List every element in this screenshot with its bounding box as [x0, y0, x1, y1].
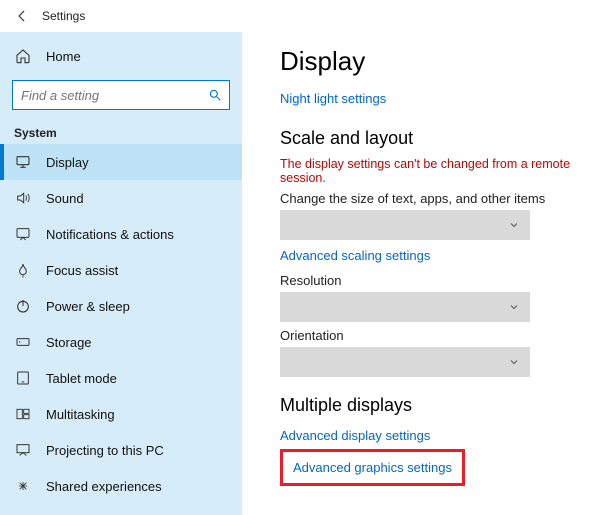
sidebar-item-label: Multitasking: [46, 407, 115, 422]
multiple-displays-heading: Multiple displays: [280, 395, 582, 416]
scale-dropdown[interactable]: [280, 210, 530, 240]
window-title: Settings: [42, 9, 85, 23]
projecting-icon: [14, 441, 32, 459]
sidebar-item-label: Storage: [46, 335, 92, 350]
sidebar-item-projecting[interactable]: Projecting to this PC: [0, 432, 242, 468]
sidebar-item-label: Focus assist: [46, 263, 118, 278]
advanced-scaling-link[interactable]: Advanced scaling settings: [280, 248, 430, 263]
search-icon: [207, 87, 223, 103]
sidebar-item-label: Sound: [46, 191, 84, 206]
back-button[interactable]: [8, 9, 36, 23]
sidebar-item-label: Display: [46, 155, 89, 170]
sidebar-item-label: Shared experiences: [46, 479, 162, 494]
remote-session-warning: The display settings can't be changed fr…: [280, 157, 582, 185]
window-body: Home System Display: [0, 32, 600, 515]
resolution-field-label: Resolution: [280, 273, 582, 288]
highlight-box: Advanced graphics settings: [280, 449, 465, 486]
multitasking-icon: [14, 405, 32, 423]
sidebar-item-label: Power & sleep: [46, 299, 130, 314]
sidebar-item-label: Tablet mode: [46, 371, 117, 386]
shared-experiences-icon: [14, 477, 32, 495]
settings-window: Settings Home System: [0, 0, 600, 515]
sidebar-section-label: System: [0, 118, 242, 144]
scale-layout-heading: Scale and layout: [280, 128, 582, 149]
home-icon: [14, 47, 32, 65]
resolution-dropdown[interactable]: [280, 292, 530, 322]
sidebar-home[interactable]: Home: [0, 38, 242, 74]
search-container: [0, 74, 242, 118]
power-icon: [14, 297, 32, 315]
sidebar-item-tablet-mode[interactable]: Tablet mode: [0, 360, 242, 396]
display-icon: [14, 153, 32, 171]
content-area: Display Night light settings Scale and l…: [242, 32, 600, 515]
arrow-left-icon: [15, 9, 29, 23]
search-input[interactable]: [19, 87, 207, 104]
sidebar-item-sound[interactable]: Sound: [0, 180, 242, 216]
sidebar-home-label: Home: [46, 49, 81, 64]
advanced-graphics-link[interactable]: Advanced graphics settings: [293, 460, 452, 475]
sound-icon: [14, 189, 32, 207]
sidebar-item-notifications[interactable]: Notifications & actions: [0, 216, 242, 252]
tablet-icon: [14, 369, 32, 387]
sidebar-item-multitasking[interactable]: Multitasking: [0, 396, 242, 432]
sidebar: Home System Display: [0, 32, 242, 515]
page-title: Display: [280, 46, 582, 77]
sidebar-item-label: Notifications & actions: [46, 227, 174, 242]
orientation-field-label: Orientation: [280, 328, 582, 343]
sidebar-item-power-sleep[interactable]: Power & sleep: [0, 288, 242, 324]
night-light-link[interactable]: Night light settings: [280, 91, 386, 106]
advanced-display-link[interactable]: Advanced display settings: [280, 428, 430, 443]
titlebar: Settings: [0, 0, 600, 32]
chevron-down-icon: [508, 219, 520, 231]
sidebar-item-display[interactable]: Display: [0, 144, 242, 180]
sidebar-item-label: Projecting to this PC: [46, 443, 164, 458]
notifications-icon: [14, 225, 32, 243]
sidebar-item-focus-assist[interactable]: Focus assist: [0, 252, 242, 288]
sidebar-item-shared-experiences[interactable]: Shared experiences: [0, 468, 242, 504]
sidebar-item-storage[interactable]: Storage: [0, 324, 242, 360]
chevron-down-icon: [508, 301, 520, 313]
chevron-down-icon: [508, 356, 520, 368]
storage-icon: [14, 333, 32, 351]
search-box[interactable]: [12, 80, 230, 110]
scale-field-label: Change the size of text, apps, and other…: [280, 191, 582, 206]
orientation-dropdown[interactable]: [280, 347, 530, 377]
focus-assist-icon: [14, 261, 32, 279]
